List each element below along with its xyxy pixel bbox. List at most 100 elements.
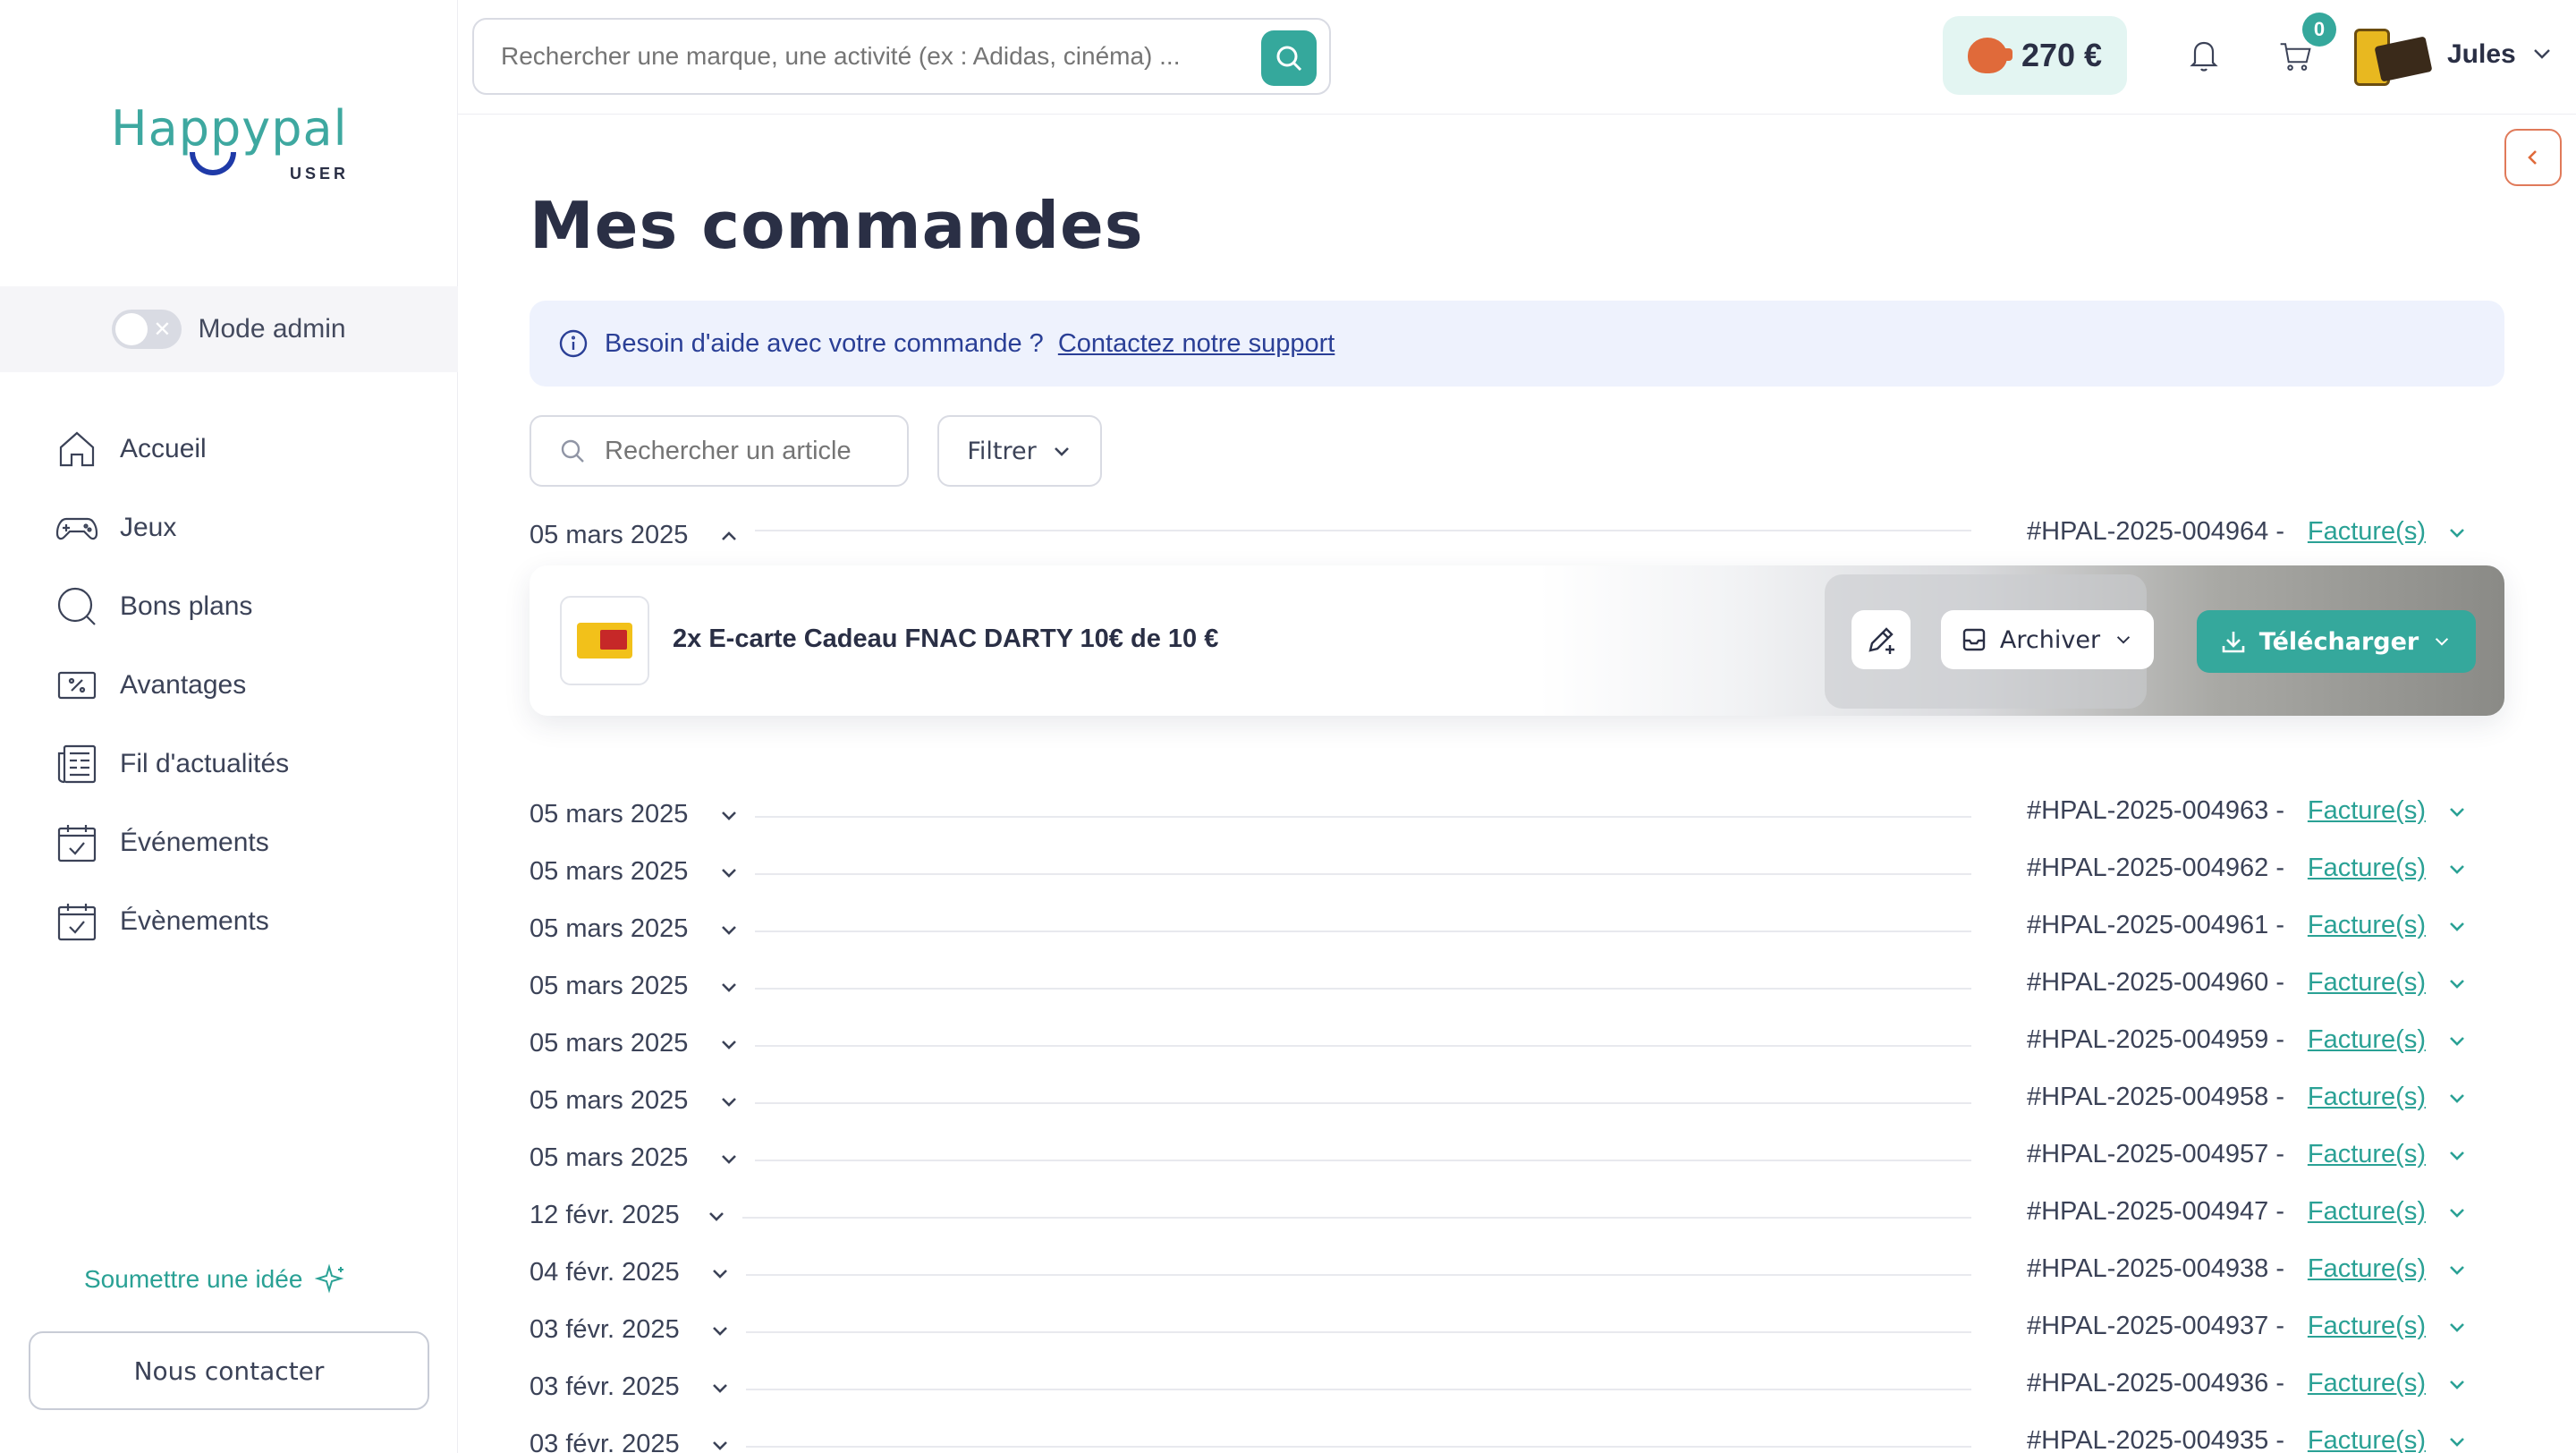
submit-idea-link[interactable]: Soumettre une idée (84, 1263, 347, 1296)
chevron-down-icon (2450, 1381, 2464, 1389)
order-date: 05 mars 2025 (530, 914, 689, 943)
sidebar-item-jeux[interactable]: Jeux (54, 489, 289, 567)
global-search-input[interactable] (501, 42, 1216, 71)
invoice-dropdown[interactable] (2445, 800, 2469, 823)
invoice-dropdown[interactable] (2445, 972, 2469, 995)
chevron-down-icon (722, 926, 736, 935)
user-name[interactable]: Jules (2447, 39, 2516, 70)
invoice-link[interactable]: Facture(s) (2308, 1312, 2426, 1341)
sidebar-item-evenements[interactable]: Événements (54, 803, 289, 882)
toggle-off-icon: ✕ (153, 318, 172, 342)
invoice-link[interactable]: Facture(s) (2308, 796, 2426, 826)
logo-subtitle: USER (290, 165, 350, 183)
order-row[interactable]: 05 mars 2025 #HPAL-2025-004961 - Facture(s… (530, 907, 2490, 952)
order-toggle[interactable] (717, 1090, 741, 1113)
notifications-button[interactable] (2186, 36, 2222, 75)
toggle-knob (115, 313, 148, 345)
order-toggle[interactable] (708, 1319, 732, 1342)
invoice-dropdown[interactable] (2445, 1258, 2469, 1281)
archive-button[interactable]: Archiver (1941, 610, 2154, 669)
avatar[interactable] (2351, 23, 2433, 89)
invoice-dropdown[interactable] (2445, 1201, 2469, 1224)
order-row[interactable]: 05 mars 2025 #HPAL-2025-004962 - Facture(s… (530, 850, 2490, 895)
sidebar-item-evenements-2[interactable]: Évènements (54, 882, 289, 961)
sidebar-item-bons-plans[interactable]: Bons plans (54, 567, 289, 646)
invoice-link[interactable]: Facture(s) (2308, 517, 2426, 547)
invoice-link[interactable]: Facture(s) (2308, 1140, 2426, 1169)
order-row[interactable]: 03 févr. 2025 #HPAL-2025-004937 - Facture(… (530, 1308, 2490, 1353)
invoice-dropdown[interactable] (2445, 521, 2469, 544)
download-button[interactable]: Télécharger (2197, 610, 2476, 673)
invoice-dropdown[interactable] (2445, 1086, 2469, 1109)
chevron-down-icon (2450, 1094, 2464, 1103)
invoice-link[interactable]: Facture(s) (2308, 1197, 2426, 1227)
chevron-down-icon (722, 1098, 736, 1107)
order-row[interactable]: 04 févr. 2025 #HPAL-2025-004938 - Facture(… (530, 1251, 2490, 1296)
collapse-panel-button[interactable] (2504, 129, 2562, 186)
order-row[interactable]: 05 mars 2025 #HPAL-2025-004964 - Facture… (530, 514, 2490, 558)
contact-us-button[interactable]: Nous contacter (29, 1331, 429, 1410)
order-divider (755, 873, 1971, 875)
calendar-check-icon (57, 825, 97, 862)
invoice-link[interactable]: Facture(s) (2308, 1426, 2426, 1453)
order-reference: #HPAL-2025-004964 - (2026, 517, 2284, 546)
order-date: 12 févr. 2025 (530, 1201, 680, 1229)
invoice-dropdown[interactable] (2445, 1430, 2469, 1453)
archive-label: Archiver (1999, 625, 2101, 654)
invoice-link[interactable]: Facture(s) (2308, 1025, 2426, 1055)
sparkle-icon (315, 1263, 344, 1294)
user-menu-chevron[interactable] (2529, 41, 2555, 66)
order-toggle[interactable] (717, 1032, 741, 1056)
invoice-link[interactable]: Facture(s) (2308, 1083, 2426, 1112)
invoice-link[interactable]: Facture(s) (2308, 854, 2426, 883)
edit-button[interactable] (1852, 610, 1911, 669)
order-toggle[interactable] (708, 1433, 732, 1453)
wallet-balance[interactable]: 270 € (1943, 16, 2127, 95)
invoice-dropdown[interactable] (2445, 914, 2469, 938)
order-row[interactable]: 05 mars 2025 #HPAL-2025-004958 - Facture(s… (530, 1079, 2490, 1124)
order-toggle[interactable] (717, 918, 741, 941)
order-toggle[interactable] (717, 1147, 741, 1170)
order-reference: #HPAL-2025-004961 - (2026, 911, 2284, 939)
filter-button[interactable]: Filtrer (937, 415, 1102, 487)
sidebar-item-fil-actualites[interactable]: Fil d'actualités (54, 725, 289, 803)
bell-icon (2190, 41, 2218, 72)
invoice-dropdown[interactable] (2445, 857, 2469, 880)
order-toggle[interactable] (717, 524, 741, 548)
invoice-dropdown[interactable] (2445, 1372, 2469, 1396)
order-toggle[interactable] (705, 1204, 728, 1228)
order-reference: #HPAL-2025-004958 - (2026, 1083, 2284, 1111)
article-search-input[interactable] (605, 436, 891, 466)
global-search-button[interactable] (1261, 30, 1317, 86)
invoice-link[interactable]: Facture(s) (2308, 968, 2426, 998)
sidebar-item-avantages[interactable]: Avantages (54, 646, 289, 725)
invoice-dropdown[interactable] (2445, 1315, 2469, 1338)
order-toggle[interactable] (708, 1376, 732, 1399)
page-title: Mes commandes (530, 188, 1144, 263)
invoice-link[interactable]: Facture(s) (2308, 1369, 2426, 1398)
order-row[interactable]: 05 mars 2025 #HPAL-2025-004957 - Facture(s… (530, 1136, 2490, 1181)
order-row[interactable]: 12 févr. 2025 #HPAL-2025-004947 - Facture(… (530, 1194, 2490, 1238)
order-row[interactable]: 05 mars 2025 #HPAL-2025-004960 - Facture(s… (530, 964, 2490, 1009)
order-toggle[interactable] (717, 975, 741, 998)
order-toggle[interactable] (708, 1262, 732, 1285)
chevron-down-icon (2450, 1037, 2464, 1046)
order-toggle[interactable] (717, 803, 741, 827)
invoice-dropdown[interactable] (2445, 1143, 2469, 1167)
chevron-down-icon (709, 1212, 724, 1221)
invoice-link[interactable]: Facture(s) (2308, 1254, 2426, 1284)
invoice-link[interactable]: Facture(s) (2308, 911, 2426, 940)
admin-mode-toggle[interactable]: ✕ (112, 310, 182, 349)
sidebar-item-accueil[interactable]: Accueil (54, 410, 289, 489)
order-toggle[interactable] (717, 861, 741, 884)
order-reference: #HPAL-2025-004947 - (2026, 1197, 2284, 1226)
chevron-down-icon (722, 1041, 736, 1049)
order-row[interactable]: 05 mars 2025 #HPAL-2025-004959 - Facture(s… (530, 1022, 2490, 1066)
order-row[interactable]: 05 mars 2025 #HPAL-2025-004963 - Facture(s… (530, 793, 2490, 837)
contact-support-link[interactable]: Contactez notre support (1058, 329, 1335, 358)
order-row[interactable]: 03 févr. 2025 #HPAL-2025-004935 - Facture(… (530, 1423, 2490, 1453)
order-row[interactable]: 03 févr. 2025 #HPAL-2025-004936 - Facture(… (530, 1365, 2490, 1410)
global-search (472, 18, 1331, 95)
happypal-logo[interactable]: Happypal USER (111, 100, 352, 190)
invoice-dropdown[interactable] (2445, 1029, 2469, 1052)
